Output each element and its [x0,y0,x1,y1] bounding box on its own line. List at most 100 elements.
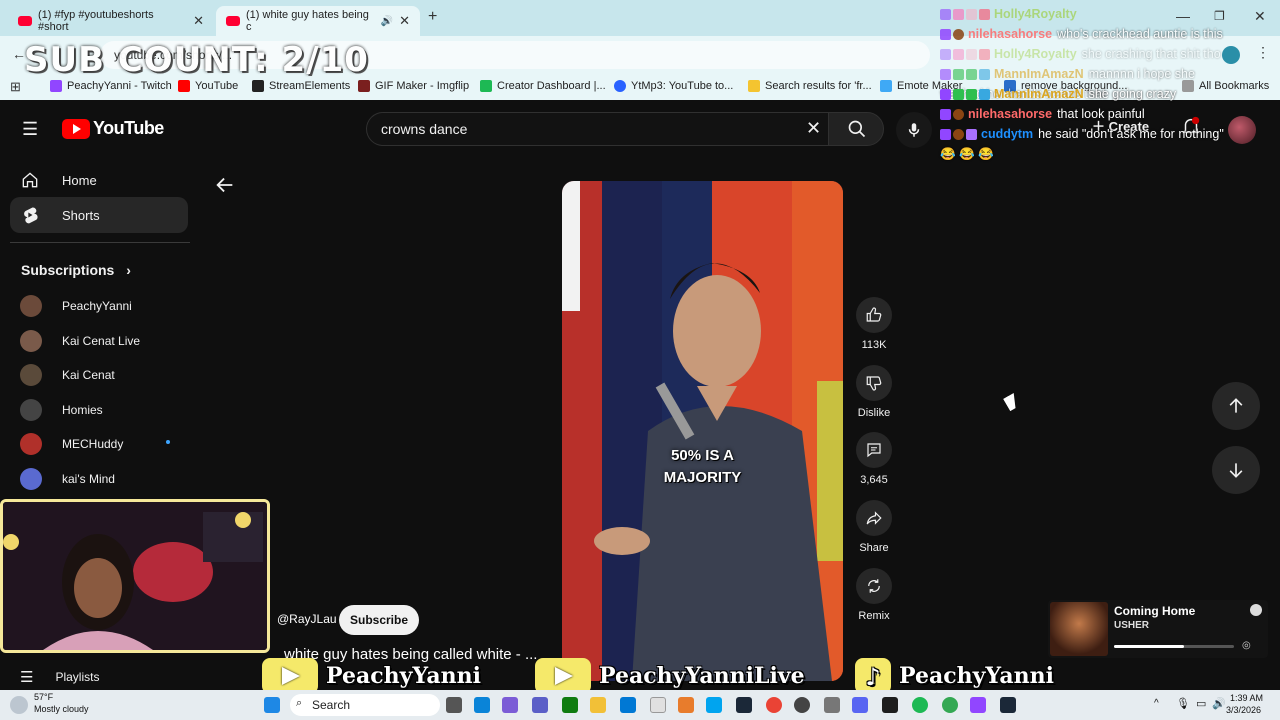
voice-search-button[interactable] [896,112,932,148]
chat-message: cuddytm he said "don't ask me for nothing… [940,127,1224,161]
heart-badge-icon [979,9,990,20]
browser-tab[interactable]: (1) #fyp #youtubeshorts #short ✕ [8,6,214,36]
avatar [20,364,42,386]
bookmark-item[interactable]: GIF Maker - Imgflip [358,80,469,92]
heart-badge-icon [953,9,964,20]
close-tab-icon[interactable]: ✕ [193,13,204,29]
discord-icon[interactable] [852,697,868,713]
windows-start-icon[interactable] [264,697,280,713]
app-icon[interactable] [706,697,722,713]
youtube-logo[interactable]: YouTube [62,118,164,139]
share-label: Share [859,542,889,554]
share-icon [866,511,882,525]
back-button[interactable] [214,174,236,201]
subscription-item[interactable]: kai's Mind [20,468,115,490]
remix-button[interactable]: Remix [856,568,892,622]
steam-icon[interactable] [1000,697,1016,713]
taskbar-search[interactable]: ⌕ Search [290,694,440,716]
bits-badge-icon [966,69,977,80]
arrow-down-icon [1229,463,1243,478]
bookmark-item[interactable]: StreamElements [252,80,350,92]
xbox-icon[interactable] [562,697,578,713]
bookmark-item[interactable]: YouTube [178,80,238,92]
social-tiktok: ♪ PeachyYanni [855,658,1054,694]
screen-badge-icon [979,89,990,100]
more-menu-icon[interactable]: ⋮ [1256,44,1270,61]
comments-button[interactable]: 3,645 [856,432,892,486]
subscription-item[interactable]: Homies [20,399,103,421]
subscribe-button[interactable]: Subscribe [339,605,419,635]
subscription-item[interactable]: MECHuddy [20,433,170,455]
sidebar-item-playlists[interactable]: ☰ Playlists [20,668,99,686]
edge-icon[interactable] [474,697,490,713]
notepad-icon[interactable] [650,697,666,713]
steam-icon[interactable] [736,697,752,713]
ytmp3-icon [614,80,626,92]
song-progress-fill [1114,645,1184,648]
next-short-button[interactable] [1212,446,1260,494]
sidebar-item-home[interactable]: Home [10,162,188,198]
spotify-icon[interactable] [912,697,928,713]
new-tab-button[interactable]: + [428,8,437,26]
chat-overlay: Holly4Royalty nilehasahorse who's crackhe… [940,4,1240,164]
sidebar-item-shorts[interactable]: Shorts [10,197,188,233]
hamburger-menu-icon[interactable]: ☰ [22,119,38,140]
store-icon[interactable] [620,697,636,713]
streamelements-icon [252,80,264,92]
divider [10,242,190,243]
clock-date[interactable]: 3/3/2026 [1226,705,1261,715]
speaker-icon[interactable]: 🔊 [381,16,393,27]
app-icon[interactable] [824,697,840,713]
obs-icon[interactable] [794,697,810,713]
live-dot-icon [166,440,170,444]
close-tab-icon[interactable]: ✕ [399,13,410,29]
subscription-item[interactable]: Kai Cenat [20,364,115,386]
network-icon[interactable]: ▭ [1196,697,1206,710]
chrome-icon[interactable] [766,697,782,713]
badges [940,89,990,100]
song-progress-bar [1114,645,1234,648]
bookmark-item[interactable]: PeachyYanni - Twitch [50,80,172,92]
badges [940,69,990,80]
badges [940,49,990,60]
subscription-item[interactable]: PeachyYanni [20,295,132,317]
close-window-icon[interactable]: ✕ [1254,8,1266,25]
previous-short-button[interactable] [1212,382,1260,430]
share-button[interactable]: Share [856,500,892,554]
mic-tray-icon[interactable]: 🎙 [1176,697,1190,710]
subscriptions-heading[interactable]: Subscriptions › [21,262,131,278]
volume-icon[interactable]: 🔊 [1212,697,1226,710]
bookmark-item[interactable]: Search results for 'fr... [748,80,872,92]
bookmark-item[interactable]: Creator Dashboard |... [480,80,606,92]
channel-handle[interactable]: @RayJLau [277,612,337,626]
chevron-right-icon: › [126,262,131,278]
clear-search-icon[interactable]: ✕ [806,118,821,139]
chat-message: nilehasahorse that look painful [940,104,1240,124]
youtube-favicon-icon [18,16,32,26]
weather-icon[interactable] [10,696,28,714]
vlc-icon[interactable] [678,697,694,713]
twitch-icon[interactable] [970,697,986,713]
file-explorer-icon[interactable] [590,697,606,713]
search-input[interactable]: crowns dance [366,112,828,146]
task-view-icon[interactable] [446,697,462,713]
twitch-badge-icon [940,29,951,40]
browser-tab-active[interactable]: (1) white guy hates being c 🔊 ✕ [216,6,420,36]
shorts-video[interactable]: 50% IS A MAJORITY [562,181,843,681]
dislike-button[interactable]: Dislike [856,365,892,419]
flower-badge-icon [966,49,977,60]
subscription-item[interactable]: Kai Cenat Live [20,330,140,352]
copilot-icon[interactable] [502,697,518,713]
nvidia-icon[interactable] [882,697,898,713]
teams-icon[interactable] [532,697,548,713]
search-button[interactable] [828,112,884,146]
chevron-up-icon[interactable]: ^ [1154,698,1159,709]
clock-time[interactable]: 1:39 AM [1230,693,1263,703]
apps-grid-icon[interactable]: ⊞ [10,79,21,95]
bookmark-item[interactable]: YtMp3: YouTube to... [614,80,733,92]
chrome-profile-icon[interactable] [942,697,958,713]
social-youtube-2: PeachyYanniLive [535,658,805,694]
youtube-favicon-icon [226,16,240,26]
like-button[interactable]: 113K [856,297,892,351]
badges [940,9,990,20]
